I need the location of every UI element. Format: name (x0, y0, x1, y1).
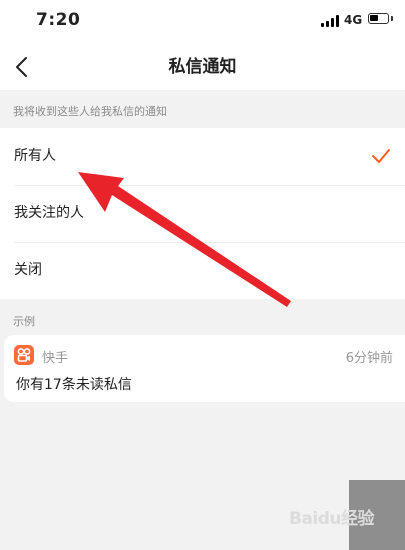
page-title: 私信通知 (168, 57, 237, 77)
notification-message: 你有17条未读私信 (16, 377, 132, 393)
option-label: 所有人 (14, 148, 56, 164)
example-notification-card: 快手 6分钟前 你有17条未读私信 (4, 335, 405, 402)
network-type: 4G (344, 13, 363, 27)
battery-tip (391, 16, 393, 21)
example-section-header: 示例 (13, 315, 35, 328)
nav-bar: 私信通知 (0, 44, 405, 90)
notification-time: 6分钟前 (345, 351, 393, 366)
notify-options-list: 所有人 我关注的人 关闭 (0, 128, 405, 299)
chevron-left-icon (16, 57, 27, 77)
option-off[interactable]: 关闭 (0, 242, 405, 299)
battery-icon (368, 13, 389, 24)
back-button[interactable] (10, 49, 40, 85)
option-label: 关闭 (14, 262, 42, 278)
signal-strength-icon (321, 15, 339, 27)
kuaishou-app-icon (14, 345, 34, 365)
watermark: Baidu经验 (289, 509, 375, 529)
status-time: 7:20 (36, 10, 81, 30)
option-everyone[interactable]: 所有人 (0, 128, 405, 185)
checkmark-icon (372, 149, 390, 163)
option-following[interactable]: 我关注的人 (0, 185, 405, 242)
notify-section-header: 我将收到这些人给我私信的通知 (13, 105, 167, 118)
option-label: 我关注的人 (14, 205, 84, 221)
app-name: 快手 (42, 351, 69, 366)
status-bar: 7:20 4G (0, 0, 405, 44)
